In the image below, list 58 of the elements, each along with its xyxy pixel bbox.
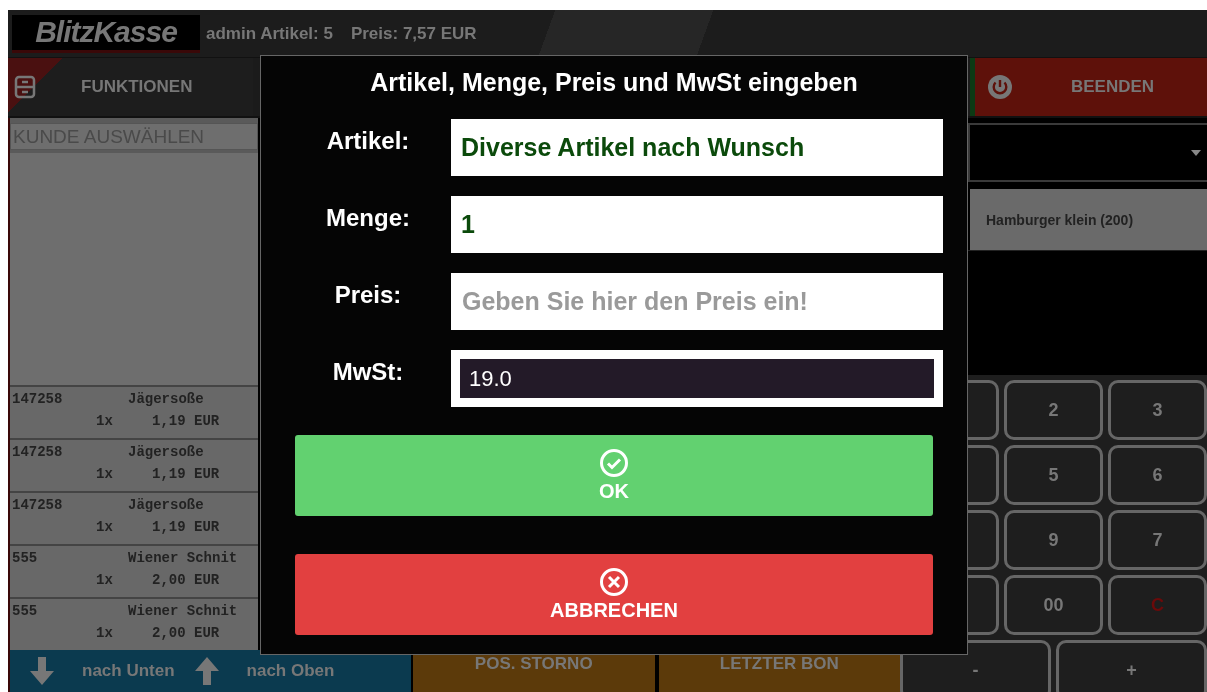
arrow-down-icon [30,657,54,685]
field-label: Preis: [333,280,403,309]
input-field[interactable]: 1 [451,196,943,253]
item-code: 147258 [12,444,64,460]
item-quantity: 1x [96,519,114,535]
scroll-up-button[interactable]: nach Oben [174,650,335,692]
check-circle-icon [599,448,629,478]
field-label: MwSt: [331,357,405,386]
item-name: Jägersoße [128,497,204,513]
order-row[interactable]: 147258 Jägersoße 1x 1,19 EUR [10,491,258,544]
field-label: Menge: [325,203,411,232]
drawer-icon [14,75,36,99]
arrow-up-icon [194,657,219,685]
item-price: 2,00 EUR [152,572,220,588]
item-name: Jägersoße [128,391,204,407]
item-price: 1,19 EUR [152,413,220,429]
keypad-key[interactable]: + [1056,640,1207,692]
order-row[interactable]: 555 Wiener Schnit 1x 2,00 EUR [10,544,258,597]
keypad-key[interactable]: 00 [1004,575,1103,635]
order-row[interactable]: 147258 Jägersoße 1x 1,19 EUR [10,385,258,438]
keypad-key[interactable]: 6 [1108,445,1207,505]
item-code: 555 [12,603,39,619]
vat-select[interactable]: 19.0 [451,350,943,407]
app-logo: BlitzKasse [12,14,200,53]
power-icon [987,74,1013,100]
item-name: Wiener Schnit [128,550,238,566]
field-label: Artikel: [325,126,411,155]
keypad-key[interactable]: 2 [1004,380,1103,440]
order-row[interactable]: 147258 Jägersoße 1x 1,19 EUR [10,438,258,491]
item-code: 147258 [12,391,64,407]
item-quantity: 1x [96,413,114,429]
item-name: Jägersoße [128,444,204,460]
item-quantity: 1x [96,572,114,588]
product-tile[interactable]: Hamburger klein (200) [970,189,1207,250]
user-info: admin Artikel: 5 [206,23,333,44]
ok-button[interactable]: OK [295,435,933,516]
cancel-circle-icon [599,567,629,597]
item-price: 1,19 EUR [152,466,220,482]
order-row[interactable]: 555 Wiener Schnit 1x 2,00 EUR [10,597,258,650]
dialog-title: Artikel, Menge, Preis und MwSt eingeben [369,68,859,98]
quit-button[interactable]: BEENDEN [975,58,1207,116]
item-code: 555 [12,550,39,566]
item-quantity: 1x [96,466,114,482]
keypad-key[interactable]: 3 [1108,380,1207,440]
item-price: 1,19 EUR [152,519,220,535]
category-dropdown[interactable] [968,123,1207,182]
item-name: Wiener Schnit [128,603,238,619]
input-field[interactable]: Diverse Artikel nach Wunsch [451,119,943,176]
item-code: 147258 [12,497,64,513]
item-quantity: 1x [96,625,114,641]
total-price: Preis: 7,57 EUR [350,23,477,44]
cancel-button[interactable]: ABBRECHEN [295,554,933,635]
keypad-key[interactable]: 7 [1108,510,1207,570]
input-field[interactable]: Geben Sie hier den Preis ein! [451,273,943,330]
item-price: 2,00 EUR [152,625,220,641]
caret-down-icon [1191,149,1201,156]
keypad-key[interactable]: 9 [1004,510,1103,570]
keypad-key[interactable]: 5 [1004,445,1103,505]
